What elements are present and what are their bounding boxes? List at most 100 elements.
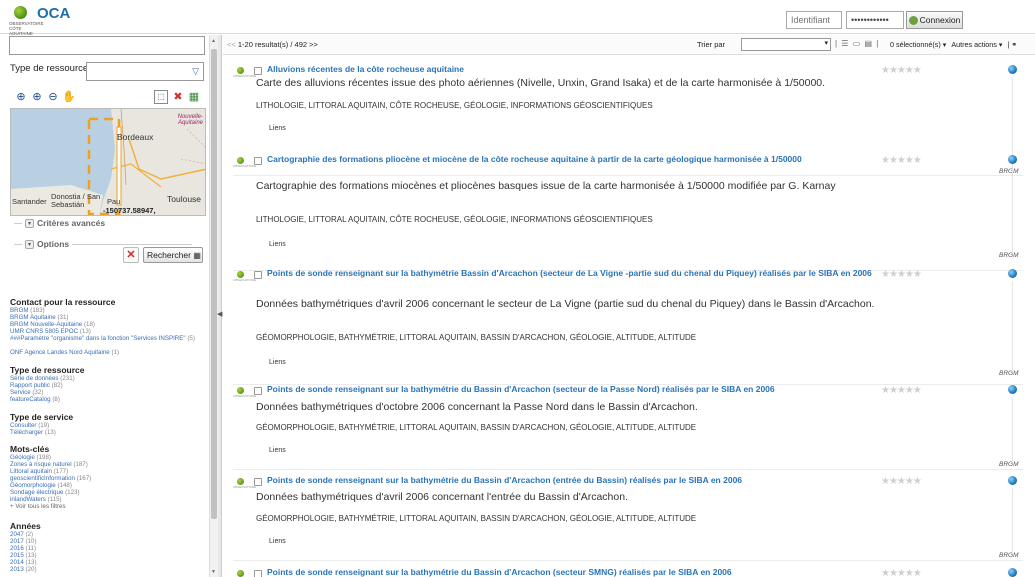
globe-icon[interactable] [1008, 155, 1017, 164]
sidebar-scrollbar[interactable]: ▲ ▼ [209, 35, 218, 577]
globe-icon[interactable] [1008, 65, 1017, 74]
facet-item[interactable]: 2013 (20) [10, 566, 37, 573]
facet-item[interactable]: Littoral aquitain (177) [10, 468, 68, 475]
facet-item[interactable]: Géologie (198) [10, 454, 51, 461]
password-input[interactable] [846, 11, 904, 29]
facet-item-count: (19) [38, 422, 50, 429]
result-abstract: Carte des alluvions récentes issue des p… [256, 77, 826, 89]
facet-item-label: featureCatalog [10, 396, 51, 403]
facet-item-label: 2014 [10, 559, 24, 566]
facet-item[interactable]: Télécharger (13) [10, 429, 56, 436]
facet-item[interactable]: BRGM (183) [10, 307, 45, 314]
facet-item[interactable]: BRGM Aquitaine (31) [10, 314, 69, 321]
panel-splitter[interactable]: ◀ [217, 35, 222, 577]
result-checkbox[interactable] [254, 271, 262, 279]
zoom-extent-icon[interactable]: ⊕ [14, 90, 28, 104]
facet-item[interactable]: 2016 (11) [10, 545, 36, 552]
result-separator [233, 469, 1023, 470]
next-page-link[interactable]: >> [309, 40, 318, 49]
options-label: Options [37, 239, 70, 249]
result-title[interactable]: Points de sonde renseignant sur la bathy… [267, 567, 877, 577]
result-keywords: GÉOMORPHOLOGIE, BATHYMÉTRIE, LITTORAL AQ… [256, 514, 697, 523]
result-title[interactable]: Points de sonde renseignant sur la bathy… [267, 475, 877, 486]
username-input[interactable] [786, 11, 842, 29]
facet-item[interactable]: 2017 (10) [10, 538, 37, 545]
facet-item[interactable]: 2047 (2) [10, 531, 33, 538]
collapse-left-icon[interactable]: ◀ [217, 310, 222, 318]
scrollbar-thumb[interactable] [211, 49, 217, 519]
facet-item[interactable]: Zones à risque naturel (187) [10, 461, 88, 468]
facet-item[interactable]: featureCatalog (8) [10, 396, 60, 403]
facet-item[interactable]: Géomorphologie (148) [10, 482, 72, 489]
facet-item-label: 2016 [10, 545, 24, 552]
view-mode-icons[interactable]: | ☰ ▭ ▤ | [835, 39, 879, 48]
prev-page-link[interactable]: << [227, 40, 236, 49]
facet-item-label: geoscientificInformation [10, 475, 76, 482]
link-icon[interactable]: ⚭ [1011, 40, 1017, 49]
facet-item[interactable]: 2015 (13) [10, 552, 37, 559]
result-checkbox[interactable] [254, 387, 262, 395]
selected-count-dropdown[interactable]: 0 sélectionné(s) ▾ [890, 40, 946, 49]
facet-item[interactable]: ONF Agence Landes Nord Aquitaine (1) [10, 349, 119, 356]
reset-button[interactable]: ✕ [123, 247, 139, 263]
layers-icon[interactable]: ▦ [187, 90, 201, 104]
facet-item[interactable]: Service (32) [10, 389, 43, 396]
globe-icon[interactable] [1008, 385, 1017, 394]
zoom-out-icon[interactable]: ⊖ [46, 90, 60, 104]
result-checkbox[interactable] [254, 570, 262, 577]
scroll-down-icon[interactable]: ▼ [211, 569, 216, 575]
results-toolbar: << 1-20 resultat(s) / 492 >> Trier par ▾… [223, 35, 1035, 55]
select-box-icon[interactable]: ⬚ [154, 90, 168, 104]
result-title[interactable]: Cartographie des formations pliocène et … [267, 154, 877, 165]
result-keywords: GÉOMORPHOLOGIE, BATHYMÉTRIE, LITTORAL AQ… [256, 333, 697, 342]
result-title[interactable]: Points de sonde renseignant sur la bathy… [267, 268, 877, 279]
result-links[interactable]: Liens [269, 241, 286, 248]
facet-item-label: 2047 [10, 531, 24, 538]
facet-item[interactable]: ###Paramètre "organisme" dans la fonctio… [10, 335, 200, 342]
sort-select[interactable]: ▾ [741, 38, 831, 51]
advanced-criteria-toggle[interactable]: ▾ Critères avancés [14, 218, 105, 228]
globe-icon[interactable] [1008, 568, 1017, 577]
pan-hand-icon[interactable]: ✋ [62, 90, 76, 104]
result-links[interactable]: Liens [269, 447, 286, 454]
result-checkbox[interactable] [254, 157, 262, 165]
login-button[interactable]: Connexion [906, 11, 963, 29]
facet-item[interactable]: UMR CNRS 5805 EPOC (13) [10, 328, 91, 335]
facet-item-count: (115) [47, 496, 62, 503]
oca-logo[interactable]: OCA OBSERVATOIRE CÔTE AQUITAINE [8, 4, 98, 36]
facet-item[interactable]: Consulter (19) [10, 422, 49, 429]
divider [1012, 167, 1013, 252]
facet-item[interactable]: Rapport public (82) [10, 382, 63, 389]
result-links[interactable]: Liens [269, 538, 286, 545]
facet-item-count: (20) [25, 566, 37, 573]
zoom-in-icon[interactable]: ⊕ [30, 90, 44, 104]
other-actions-dropdown[interactable]: Autres actions ▾ [951, 40, 1002, 49]
result-links[interactable]: Liens [269, 125, 286, 132]
result-abstract: Données bathymétriques d'avril 2006 conc… [256, 491, 628, 503]
result-checkbox[interactable] [254, 478, 262, 486]
search-input[interactable] [9, 36, 205, 55]
map-view[interactable]: Bordeaux Nouvelle-Aquitaine Santander Do… [10, 108, 206, 216]
facet-item[interactable]: geoscientificInformation (167) [10, 475, 91, 482]
facet-item[interactable]: 2014 (13) [10, 559, 37, 566]
collapse-icon: ▾ [25, 239, 34, 249]
facet-item[interactable]: inlandWaters (115) [10, 496, 62, 503]
globe-icon[interactable] [1008, 476, 1017, 485]
globe-icon[interactable] [1008, 269, 1017, 278]
facet-item[interactable]: Sondage électrique (123) [10, 489, 80, 496]
facet-item-count: (18) [83, 321, 95, 328]
scroll-up-icon[interactable]: ▲ [211, 38, 216, 44]
facet-item-label: Série de données [10, 375, 59, 382]
type-resource-select[interactable]: ▽ [86, 62, 204, 81]
result-links[interactable]: Liens [269, 359, 286, 366]
search-button[interactable]: Rechercher ▦ [143, 247, 203, 263]
result-title[interactable]: Points de sonde renseignant sur la bathy… [267, 384, 877, 395]
facet-item[interactable]: BRGM Nouvelle-Aquitaine (18) [10, 321, 95, 328]
chevron-down-icon: ▾ [824, 40, 828, 47]
facet-item[interactable]: Série de données (231) [10, 375, 75, 382]
result-title[interactable]: Alluvions récentes de la côte rocheuse a… [267, 64, 877, 75]
show-all-filters-link[interactable]: + Voir tous les filtres [10, 503, 66, 510]
clear-selection-icon[interactable]: ✖ [171, 90, 185, 104]
result-checkbox[interactable] [254, 67, 262, 75]
facet-item-count: (10) [25, 538, 37, 545]
